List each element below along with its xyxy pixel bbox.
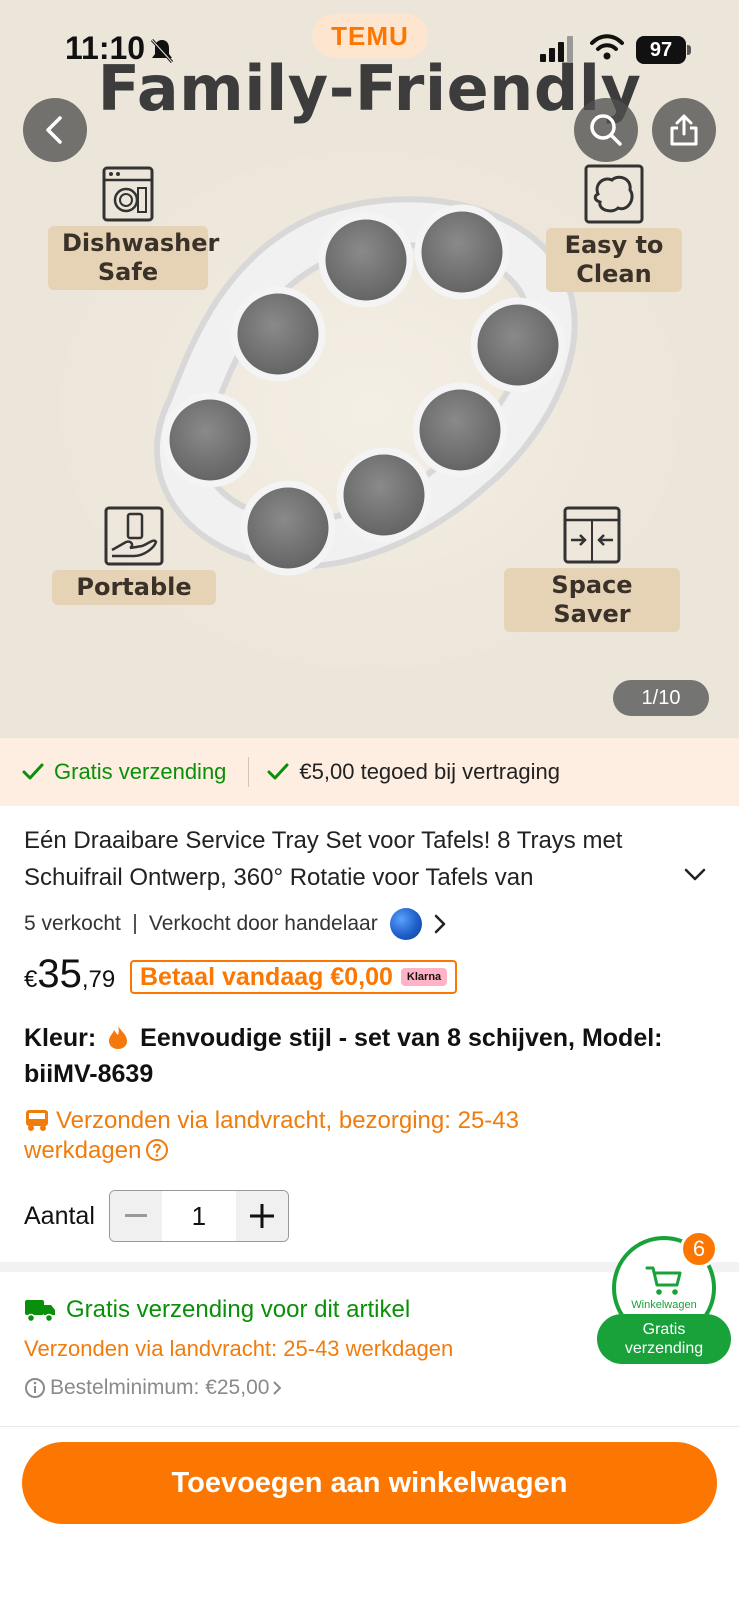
guarantee-free-shipping: Gratis verzending xyxy=(22,759,226,785)
price-main: 35 xyxy=(37,952,82,996)
signal-icon xyxy=(540,36,573,62)
quantity-row: Aantal 1 xyxy=(24,1190,289,1242)
battery-nub xyxy=(687,45,691,55)
shipping-details[interactable]: Gratis verzending voor dit artikel Verzo… xyxy=(24,1296,584,1400)
minus-icon xyxy=(124,1214,147,1217)
product-title[interactable]: Eén Draaibare Service Tray Set voor Tafe… xyxy=(24,822,704,896)
sales-separator xyxy=(133,914,136,934)
guarantee-strip[interactable]: Gratis verzending €5,00 tegoed bij vertr… xyxy=(0,738,739,806)
shipping-free-label: Gratis verzending voor dit artikel xyxy=(66,1296,411,1323)
bottom-bar-divider xyxy=(0,1426,739,1427)
quantity-stepper[interactable]: 1 xyxy=(108,1190,289,1242)
cart-count-badge: 6 xyxy=(680,1230,718,1268)
image-pager: 1/10 xyxy=(613,680,709,716)
cart-label: Winkelwagen xyxy=(631,1299,697,1311)
check-icon xyxy=(267,763,289,780)
hand-phone-icon xyxy=(104,506,164,566)
wifi-icon xyxy=(590,34,624,60)
bell-muted-icon xyxy=(150,38,174,64)
cart-free-shipping[interactable]: Gratis verzending xyxy=(597,1314,731,1364)
shipping-days: Verzonden via landvracht: 25-43 werkdage… xyxy=(24,1336,454,1361)
check-icon xyxy=(22,763,44,780)
guarantee-separator xyxy=(248,757,250,787)
help-icon[interactable] xyxy=(145,1138,169,1162)
price: € 35 ,79 xyxy=(24,952,115,997)
plus-icon xyxy=(249,1204,274,1228)
feature-dishwasher-label: Dishwasher Safe xyxy=(48,226,219,290)
chevron-right-icon xyxy=(273,1381,282,1395)
feature-dishwasher: Dishwasher Safe xyxy=(48,166,219,290)
share-icon xyxy=(670,114,698,146)
order-minimum-label: Bestelminimum: €25,00 xyxy=(50,1376,270,1399)
guarantee-free-label: Gratis verzending xyxy=(54,759,227,784)
order-minimum[interactable]: Bestelminimum: €25,00 xyxy=(24,1376,584,1400)
variant-selector[interactable]: Kleur: Eenvoudige stijl - set van 8 schi… xyxy=(24,1020,714,1092)
bus-icon xyxy=(26,1110,48,1131)
chevron-right-icon xyxy=(434,914,445,934)
price-decimal: ,79 xyxy=(81,966,116,993)
battery-indicator: 97 xyxy=(636,36,686,64)
sponge-icon xyxy=(584,164,644,224)
feature-easy-clean-label: Easy to Clean xyxy=(546,228,682,292)
product-image[interactable]: Family-Friendly Dishwasher Safe Easy to … xyxy=(0,0,739,738)
chevron-down-icon[interactable] xyxy=(684,868,706,882)
temu-logo: TEMU xyxy=(312,14,428,58)
feature-easy-clean: Easy to Clean xyxy=(546,164,682,292)
shipping-free-row: Gratis verzending voor dit artikel xyxy=(24,1296,584,1324)
back-button[interactable] xyxy=(23,98,87,162)
search-icon xyxy=(590,114,622,146)
decrement-button[interactable] xyxy=(109,1191,162,1241)
cart-icon xyxy=(645,1266,682,1295)
flame-icon xyxy=(109,1025,128,1049)
guarantee-credit-label: €5,00 tegoed bij vertraging xyxy=(299,759,560,784)
pay-today-label: Betaal vandaag €0,00 xyxy=(140,962,393,991)
feature-space-saver-label: Space Saver xyxy=(504,568,680,632)
shipping-info-text: Verzonden via landvracht, bezorging: 25-… xyxy=(24,1107,519,1164)
share-button[interactable] xyxy=(652,98,716,162)
feature-portable-label: Portable xyxy=(52,570,216,605)
quantity-label: Aantal xyxy=(24,1201,95,1230)
truck-icon xyxy=(25,1300,55,1323)
guarantee-credit: €5,00 tegoed bij vertraging xyxy=(267,759,560,785)
klarna-logo: Klarna xyxy=(400,968,448,986)
increment-button[interactable] xyxy=(235,1191,288,1241)
dishwasher-icon xyxy=(102,166,154,222)
status-time: 11:10 xyxy=(65,30,146,66)
compress-box-icon xyxy=(563,506,621,564)
variant-label: Kleur: xyxy=(24,1024,97,1052)
pay-today-badge[interactable]: Betaal vandaag €0,00 Klarna xyxy=(130,960,458,994)
shipping-info[interactable]: Verzonden via landvracht, bezorging: 25-… xyxy=(24,1106,624,1166)
quantity-value[interactable]: 1 xyxy=(162,1191,236,1241)
add-to-cart-button[interactable]: Toevoegen aan winkelwagen xyxy=(22,1442,717,1524)
sold-count: 5 verkocht xyxy=(24,912,121,935)
info-icon xyxy=(25,1378,45,1398)
feature-portable: Portable xyxy=(52,506,216,605)
chevron-left-icon xyxy=(46,116,62,144)
sales-row[interactable]: 5 verkocht Verkocht door handelaar xyxy=(24,908,446,940)
search-button[interactable] xyxy=(574,98,638,162)
feature-space-saver: Space Saver xyxy=(504,506,680,632)
seller-label: Verkocht door handelaar xyxy=(148,912,378,935)
seller-avatar xyxy=(389,908,422,940)
price-currency: € xyxy=(24,966,38,993)
